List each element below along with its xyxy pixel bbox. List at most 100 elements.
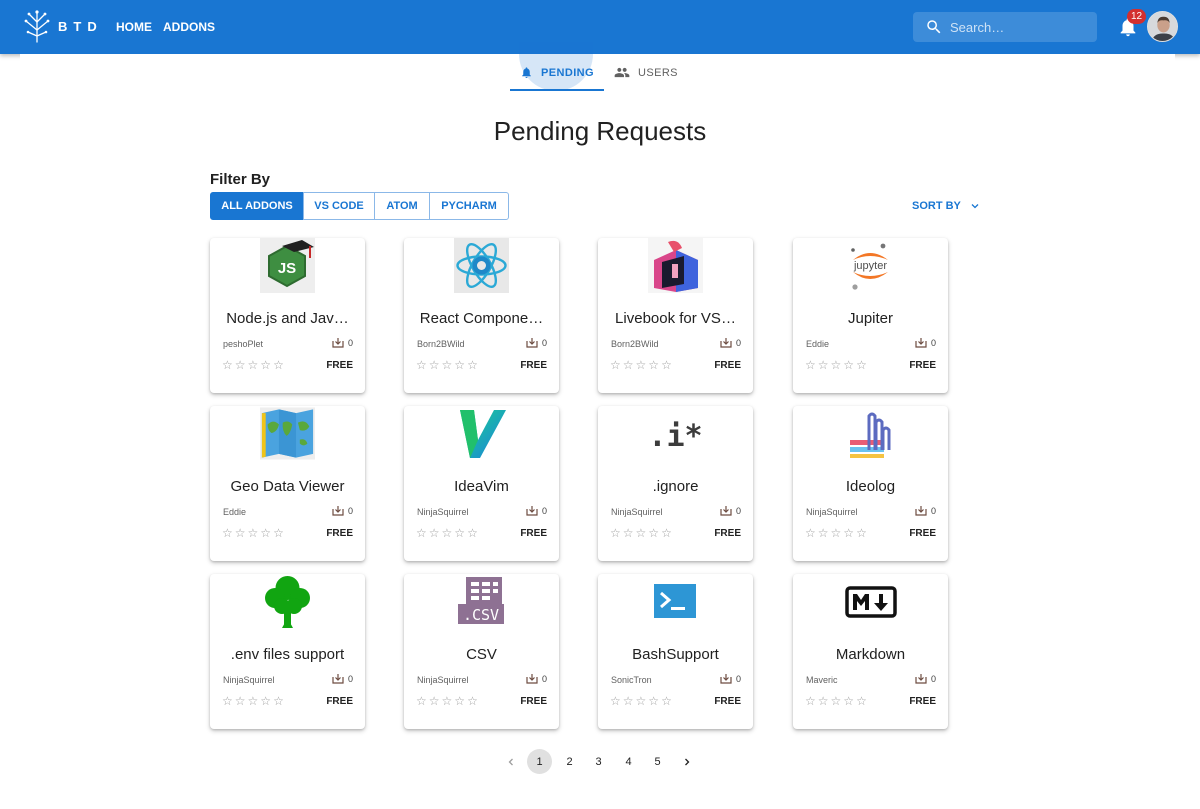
star-outline-icon[interactable]: ☆ (429, 694, 440, 708)
addon-card[interactable]: Markdown Maveric 0 ☆ ☆ ☆ ☆ ☆ FREE (793, 574, 948, 729)
star-outline-icon[interactable]: ☆ (260, 526, 271, 540)
star-outline-icon[interactable]: ☆ (856, 694, 867, 708)
rating-stars[interactable]: ☆ ☆ ☆ ☆ ☆ (610, 694, 672, 708)
addon-title[interactable]: Ideolog (799, 478, 942, 495)
star-outline-icon[interactable]: ☆ (856, 526, 867, 540)
star-outline-icon[interactable]: ☆ (273, 358, 284, 372)
rating-stars[interactable]: ☆ ☆ ☆ ☆ ☆ (610, 526, 672, 540)
star-outline-icon[interactable]: ☆ (843, 526, 854, 540)
addon-title[interactable]: IdeaVim (410, 478, 553, 495)
tab-pending[interactable]: PENDING (510, 42, 604, 91)
star-outline-icon[interactable]: ☆ (429, 358, 440, 372)
nav-home-link[interactable]: HOME (116, 20, 152, 34)
star-outline-icon[interactable]: ☆ (248, 526, 259, 540)
addon-title[interactable]: Jupiter (799, 310, 942, 327)
star-outline-icon[interactable]: ☆ (454, 526, 465, 540)
star-outline-icon[interactable]: ☆ (442, 358, 453, 372)
star-outline-icon[interactable]: ☆ (623, 694, 634, 708)
addon-title[interactable]: BashSupport (604, 646, 747, 663)
star-outline-icon[interactable]: ☆ (222, 526, 233, 540)
star-outline-icon[interactable]: ☆ (805, 358, 816, 372)
star-outline-icon[interactable]: ☆ (467, 526, 478, 540)
tree-logo-icon[interactable] (22, 8, 52, 44)
star-outline-icon[interactable]: ☆ (636, 526, 647, 540)
star-outline-icon[interactable]: ☆ (805, 526, 816, 540)
rating-stars[interactable]: ☆ ☆ ☆ ☆ ☆ (416, 694, 478, 708)
rating-stars[interactable]: ☆ ☆ ☆ ☆ ☆ (610, 358, 672, 372)
addon-card[interactable]: .i* .ignore NinjaSquirrel 0 ☆ ☆ ☆ ☆ ☆ FREE (598, 406, 753, 561)
addon-card[interactable]: BashSupport SonicTron 0 ☆ ☆ ☆ ☆ ☆ FREE (598, 574, 753, 729)
user-avatar[interactable] (1147, 11, 1178, 42)
star-outline-icon[interactable]: ☆ (273, 694, 284, 708)
sort-by-button[interactable]: SORT BY (912, 196, 981, 216)
search-box[interactable] (913, 12, 1097, 42)
addon-title[interactable]: React Compone… (410, 310, 553, 327)
addon-title[interactable]: Node.js and Jav… (216, 310, 359, 327)
star-outline-icon[interactable]: ☆ (273, 526, 284, 540)
star-outline-icon[interactable]: ☆ (610, 526, 621, 540)
star-outline-icon[interactable]: ☆ (467, 358, 478, 372)
star-outline-icon[interactable]: ☆ (636, 358, 647, 372)
star-outline-icon[interactable]: ☆ (648, 694, 659, 708)
page-button-3[interactable]: 3 (586, 749, 611, 774)
prev-page-button[interactable] (498, 749, 523, 774)
star-outline-icon[interactable]: ☆ (248, 358, 259, 372)
star-outline-icon[interactable]: ☆ (636, 694, 647, 708)
star-outline-icon[interactable]: ☆ (818, 694, 829, 708)
addon-card[interactable]: JS Node.js and Jav… peshoPlet 0 ☆ ☆ ☆ ☆ ☆ FREE (210, 238, 365, 393)
star-outline-icon[interactable]: ☆ (610, 694, 621, 708)
addon-card[interactable]: Geo Data Viewer Eddie 0 ☆ ☆ ☆ ☆ ☆ FREE (210, 406, 365, 561)
star-outline-icon[interactable]: ☆ (623, 526, 634, 540)
star-outline-icon[interactable]: ☆ (648, 358, 659, 372)
star-outline-icon[interactable]: ☆ (805, 694, 816, 708)
rating-stars[interactable]: ☆ ☆ ☆ ☆ ☆ (416, 526, 478, 540)
star-outline-icon[interactable]: ☆ (442, 694, 453, 708)
star-outline-icon[interactable]: ☆ (442, 526, 453, 540)
nav-addons-link[interactable]: ADDONS (163, 20, 215, 34)
rating-stars[interactable]: ☆ ☆ ☆ ☆ ☆ (416, 358, 478, 372)
rating-stars[interactable]: ☆ ☆ ☆ ☆ ☆ (222, 526, 284, 540)
addon-title[interactable]: CSV (410, 646, 553, 663)
addon-card[interactable]: .env files support NinjaSquirrel 0 ☆ ☆ ☆ ☆ ☆ FRE… (210, 574, 365, 729)
tab-users[interactable]: USERS (614, 54, 684, 91)
star-outline-icon[interactable]: ☆ (831, 526, 842, 540)
rating-stars[interactable]: ☆ ☆ ☆ ☆ ☆ (805, 358, 867, 372)
star-outline-icon[interactable]: ☆ (831, 694, 842, 708)
rating-stars[interactable]: ☆ ☆ ☆ ☆ ☆ (805, 526, 867, 540)
star-outline-icon[interactable]: ☆ (429, 526, 440, 540)
page-button-5[interactable]: 5 (645, 749, 670, 774)
rating-stars[interactable]: ☆ ☆ ☆ ☆ ☆ (222, 358, 284, 372)
star-outline-icon[interactable]: ☆ (467, 694, 478, 708)
star-outline-icon[interactable]: ☆ (661, 526, 672, 540)
addon-card[interactable]: jupyter Jupiter Eddie 0 ☆ ☆ ☆ ☆ ☆ FREE (793, 238, 948, 393)
addon-card[interactable]: .CSV CSV NinjaSquirrel 0 ☆ ☆ ☆ ☆ ☆ FREE (404, 574, 559, 729)
rating-stars[interactable]: ☆ ☆ ☆ ☆ ☆ (805, 694, 867, 708)
addon-title[interactable]: Markdown (799, 646, 942, 663)
filter-atom-button[interactable]: ATOM (374, 192, 430, 220)
star-outline-icon[interactable]: ☆ (454, 694, 465, 708)
addon-card[interactable]: React Compone… Born2BWild 0 ☆ ☆ ☆ ☆ ☆ FREE (404, 238, 559, 393)
addon-title[interactable]: .env files support (216, 646, 359, 663)
filter-all-addons-button[interactable]: ALL ADDONS (210, 192, 304, 220)
star-outline-icon[interactable]: ☆ (843, 694, 854, 708)
search-input[interactable] (950, 17, 1090, 37)
star-outline-icon[interactable]: ☆ (661, 694, 672, 708)
next-page-button[interactable] (674, 749, 699, 774)
star-outline-icon[interactable]: ☆ (831, 358, 842, 372)
star-outline-icon[interactable]: ☆ (416, 358, 427, 372)
brand-name[interactable]: BTD (58, 19, 103, 34)
page-button-4[interactable]: 4 (616, 749, 641, 774)
star-outline-icon[interactable]: ☆ (416, 694, 427, 708)
star-outline-icon[interactable]: ☆ (818, 358, 829, 372)
star-outline-icon[interactable]: ☆ (260, 358, 271, 372)
addon-title[interactable]: Livebook for VS… (604, 310, 747, 327)
star-outline-icon[interactable]: ☆ (843, 358, 854, 372)
addon-card[interactable]: Livebook for VS… Born2BWild 0 ☆ ☆ ☆ ☆ ☆ FREE (598, 238, 753, 393)
addon-title[interactable]: Geo Data Viewer (216, 478, 359, 495)
star-outline-icon[interactable]: ☆ (610, 358, 621, 372)
addon-title[interactable]: .ignore (604, 478, 747, 495)
star-outline-icon[interactable]: ☆ (260, 694, 271, 708)
filter-pycharm-button[interactable]: PYCHARM (429, 192, 509, 220)
star-outline-icon[interactable]: ☆ (416, 526, 427, 540)
star-outline-icon[interactable]: ☆ (661, 358, 672, 372)
